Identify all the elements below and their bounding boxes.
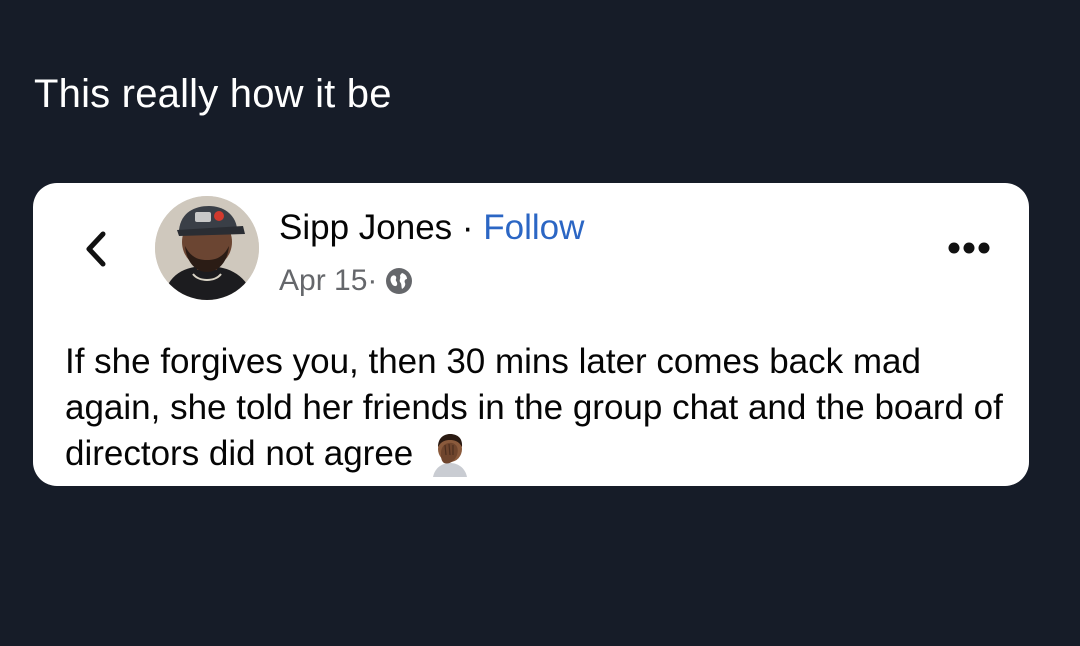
man-facepalming-emoji-icon [433,434,467,477]
avatar[interactable] [155,196,259,300]
meta-separator: · [367,264,378,297]
post-meta: Apr 15 · [279,263,413,299]
post-date[interactable]: Apr 15 [279,263,367,299]
globe-icon [386,268,413,294]
author-separator: · [452,208,484,247]
post-author-line: Sipp Jones · Follow [279,207,584,249]
follow-button[interactable]: Follow [483,208,584,247]
post-body-text: If she forgives you, then 30 mins later … [65,342,1003,473]
tweet-text: This really how it be [34,72,392,116]
facebook-post-card: Sipp Jones · Follow Apr 15 · If she forg… [33,183,1029,486]
post-body: If she forgives you, then 30 mins later … [65,339,1005,477]
more-options-icon[interactable] [947,241,991,255]
chevron-left-icon[interactable] [79,228,115,270]
author-name[interactable]: Sipp Jones [279,208,452,247]
